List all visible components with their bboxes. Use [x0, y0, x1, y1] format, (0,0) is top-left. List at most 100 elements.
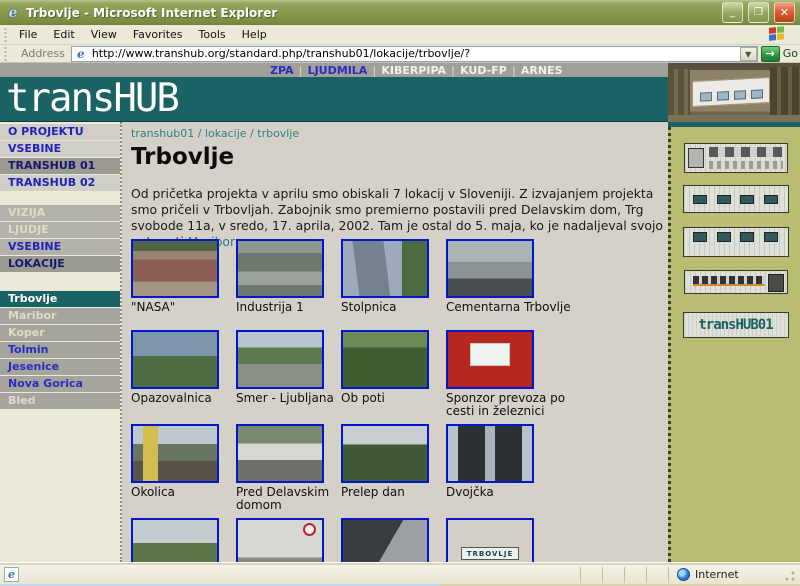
thumbnail-container[interactable] [236, 518, 324, 562]
address-url[interactable]: http://www.transhub.org/standard.php/tra… [92, 47, 470, 60]
go-button[interactable]: → [761, 46, 780, 62]
sidebar-item-o-projektu[interactable]: O PROJEKTU [0, 124, 120, 140]
sidebar-item-ljudje[interactable]: LJUDJE [0, 222, 120, 238]
gallery-item: Smer - Ljubljana [236, 330, 341, 424]
resize-grip[interactable] [782, 568, 796, 582]
gallery-item: TRBOVLJE [446, 518, 596, 562]
gallery-item: "NASA" [131, 239, 236, 330]
thumbnail-smer-ljubljana[interactable] [236, 330, 324, 389]
nav-link-kiberpipa[interactable]: KIBERPIPA [381, 64, 446, 77]
gallery-item: Prelep dan [341, 424, 446, 518]
thumbnail-caption: Opazovalnica [131, 392, 231, 405]
menu-view[interactable]: View [83, 26, 125, 43]
container-logo-diagram: transHUB01 [683, 312, 789, 338]
thumbnail-ob-poti[interactable] [341, 330, 429, 389]
nav-separator: | [372, 64, 376, 77]
gallery-item [131, 518, 236, 562]
close-button[interactable]: ✕ [774, 2, 795, 23]
logo-band: transHUB [0, 77, 668, 122]
breadcrumb-separator: / [194, 127, 205, 140]
breadcrumb-lokacije[interactable]: lokacije [205, 127, 247, 140]
page-title: Trbovlje [131, 144, 234, 170]
diagram-rooms [709, 147, 783, 157]
sidebar-item-transhub-02[interactable]: TRANSHUB 02 [0, 175, 120, 191]
sidebar-item-trbovlje[interactable]: Trbovlje [0, 291, 120, 307]
breadcrumb-transhub01[interactable]: transhub01 [131, 127, 194, 140]
thumbnail-caption: Stolpnica [341, 301, 441, 314]
address-label: Address [21, 47, 65, 60]
gallery-item: Okolica [131, 424, 236, 518]
go-label[interactable]: Go [783, 47, 798, 60]
menu-file[interactable]: File [11, 26, 45, 43]
red-m-logo-icon [303, 523, 316, 536]
thumbnail-valley[interactable] [131, 518, 219, 562]
thumbnail-dvojcka[interactable] [446, 424, 534, 483]
title-bar: e Trbovlje - Microsoft Internet Explorer… [0, 0, 800, 25]
sidebar-item-vsebine-2[interactable]: VSEBINE [0, 239, 120, 255]
container-photo [668, 63, 800, 122]
menu-help[interactable]: Help [234, 26, 275, 43]
container-plan-diagram [684, 143, 788, 173]
sidebar-item-tolmin[interactable]: Tolmin [0, 342, 120, 358]
gallery-item: Dvojčka [446, 424, 596, 518]
address-bar: Address e http://www.transhub.org/standa… [0, 45, 800, 63]
document-icon: e [4, 567, 19, 582]
windows-flag-icon [769, 26, 785, 43]
gallery-item: Ob poti [341, 330, 446, 424]
menu-edit[interactable]: Edit [45, 26, 82, 43]
thumbnail-industrija-1[interactable] [236, 239, 324, 298]
nav-separator: | [299, 64, 303, 77]
thumbnail-pred-delavskim-domom[interactable] [236, 424, 324, 483]
sidebar-item-nova-gorica[interactable]: Nova Gorica [0, 376, 120, 392]
transhub-logo: transHUB [6, 77, 668, 121]
sidebar-item-bled[interactable]: Bled [0, 393, 120, 409]
sidebar-gap [0, 192, 120, 205]
status-pane [646, 567, 668, 583]
thumbnail-opazovalnica[interactable] [131, 330, 219, 389]
address-dropdown-button[interactable]: ▼ [740, 47, 757, 61]
minimize-button[interactable]: _ [722, 2, 743, 23]
sidebar-item-maribor[interactable]: Maribor [0, 308, 120, 324]
address-input[interactable]: e http://www.transhub.org/standard.php/t… [71, 46, 758, 62]
globe-icon [677, 568, 690, 581]
thumbnail-caption: Smer - Ljubljana [236, 392, 336, 405]
toolbar-grip[interactable] [4, 28, 7, 42]
gallery-item: Pred Delavskim domom [236, 424, 341, 518]
station-sign: TRBOVLJE [461, 547, 519, 560]
maximize-button[interactable]: ❐ [748, 2, 769, 23]
status-pane [602, 567, 624, 583]
thumbnail-okolica[interactable] [131, 424, 219, 483]
breadcrumb-trbovlje[interactable]: trbovlje [257, 127, 299, 140]
menu-tools[interactable]: Tools [191, 26, 234, 43]
thumbnail-caption: Prelep dan [341, 486, 441, 499]
thumbnail-caption: Cementarna Trbovlje [446, 301, 581, 314]
thumbnail-closeup[interactable] [341, 518, 429, 562]
thumbnail-sponzor[interactable] [446, 330, 534, 389]
left-sidebar: O PROJEKTU VSEBINE TRANSHUB 01 TRANSHUB … [0, 122, 122, 562]
breadcrumb: transhub01 / lokacije / trbovlje [131, 127, 299, 140]
sidebar-item-jesenice[interactable]: Jesenice [0, 359, 120, 375]
thumbnail-station[interactable]: TRBOVLJE [446, 518, 534, 562]
status-zone-label: Internet [695, 568, 739, 581]
thumbnail-stolpnica[interactable] [341, 239, 429, 298]
gallery-item: Cementarna Trbovlje [446, 239, 596, 330]
menu-favorites[interactable]: Favorites [125, 26, 191, 43]
sidebar-item-vizija[interactable]: VIZIJA [0, 205, 120, 221]
sidebar-item-lokacije[interactable]: LOKACIJE [0, 256, 120, 272]
thumbnail-cementarna[interactable] [446, 239, 534, 298]
nav-link-arnes[interactable]: ARNES [521, 64, 563, 77]
nav-link-zpa[interactable]: ZPA [270, 64, 294, 77]
breadcrumb-separator: / [247, 127, 258, 140]
thumbnail-nasa[interactable] [131, 239, 219, 298]
thumbnail-caption: Industrija 1 [236, 301, 336, 314]
sidebar-item-vsebine[interactable]: VSEBINE [0, 141, 120, 157]
nav-link-ljudmila[interactable]: LJUDMILA [308, 64, 368, 77]
thumbnail-prelep-dan[interactable] [341, 424, 429, 483]
sidebar-item-transhub-01[interactable]: TRANSHUB 01 [0, 158, 120, 174]
nav-link-kud-fp[interactable]: KUD-FP [460, 64, 507, 77]
menu-bar: File Edit View Favorites Tools Help [0, 25, 800, 45]
status-zone: Internet [668, 567, 778, 583]
sidebar-item-koper[interactable]: Koper [0, 325, 120, 341]
addressbar-grip[interactable] [4, 47, 7, 61]
container-elevation-diagram-2 [683, 227, 789, 257]
